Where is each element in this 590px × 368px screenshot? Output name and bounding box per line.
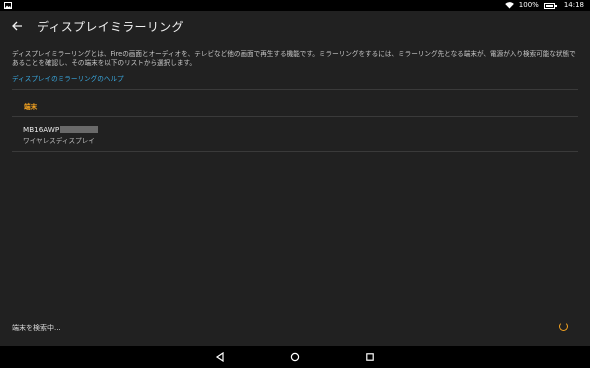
loading-spinner-icon — [559, 322, 568, 331]
wifi-icon — [504, 2, 514, 9]
circle-home-icon — [290, 352, 300, 362]
nav-recents-button[interactable] — [364, 351, 376, 363]
search-status-text: 端末を検索中... — [12, 324, 61, 332]
divider — [12, 151, 578, 152]
device-name-text: MB16AWP — [23, 125, 60, 134]
battery-icon — [543, 2, 557, 9]
description-text: ディスプレイミラーリングとは、Fireの画面とオーディオを、テレビなど他の画面で… — [12, 50, 576, 67]
triangle-back-icon — [215, 352, 224, 362]
divider — [12, 89, 578, 90]
status-indicators: 100% 14:18 — [504, 0, 584, 11]
device-name: MB16AWP — [23, 125, 99, 134]
nav-back-button[interactable] — [214, 351, 226, 363]
content-area: ディスプレイミラーリングとは、Fireの画面とオーディオを、テレビなど他の画面で… — [0, 41, 590, 346]
help-link[interactable]: ディスプレイのミラーリングのヘルプ — [12, 73, 124, 83]
redacted-name-mask — [60, 126, 99, 133]
back-button[interactable] — [2, 11, 32, 41]
square-recents-icon — [366, 353, 374, 361]
status-bar: 100% 14:18 — [0, 0, 590, 11]
arrow-back-icon — [12, 21, 22, 31]
section-header-devices: 端末 — [24, 103, 38, 111]
battery-percent: 100% — [518, 1, 539, 9]
clock: 14:18 — [563, 1, 584, 9]
image-notification-icon — [4, 2, 12, 9]
device-list-item[interactable]: MB16AWP ワイヤレスディスプレイ — [12, 117, 578, 151]
app-bar: ディスプレイミラーリング — [0, 11, 590, 41]
device-subtitle: ワイヤレスディスプレイ — [23, 137, 95, 145]
page-title: ディスプレイミラーリング — [37, 19, 184, 34]
nav-home-button[interactable] — [289, 351, 301, 363]
navigation-bar — [0, 346, 590, 368]
